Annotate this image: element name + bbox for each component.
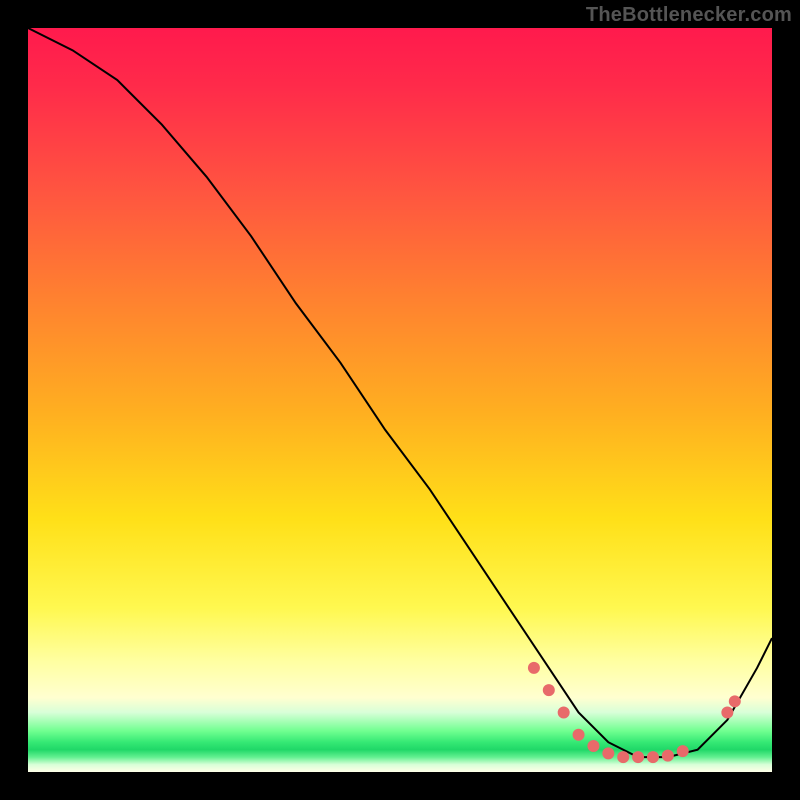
highlight-marker: [729, 695, 741, 707]
watermark-text: TheBottlenecker.com: [586, 4, 792, 27]
highlight-marker: [721, 706, 733, 718]
highlight-marker: [587, 740, 599, 752]
highlight-marker: [602, 747, 614, 759]
highlight-marker: [662, 750, 674, 762]
plot-area: [28, 28, 772, 772]
marker-group: [528, 662, 741, 763]
chart-container: TheBottlenecker.com: [0, 0, 800, 800]
highlight-marker: [632, 751, 644, 763]
highlight-marker: [573, 729, 585, 741]
highlight-marker: [528, 662, 540, 674]
highlight-marker: [677, 745, 689, 757]
highlight-marker: [558, 706, 570, 718]
highlight-marker: [543, 684, 555, 696]
highlight-marker: [617, 751, 629, 763]
main-curve: [28, 28, 772, 757]
curve-layer: [28, 28, 772, 772]
highlight-marker: [647, 751, 659, 763]
